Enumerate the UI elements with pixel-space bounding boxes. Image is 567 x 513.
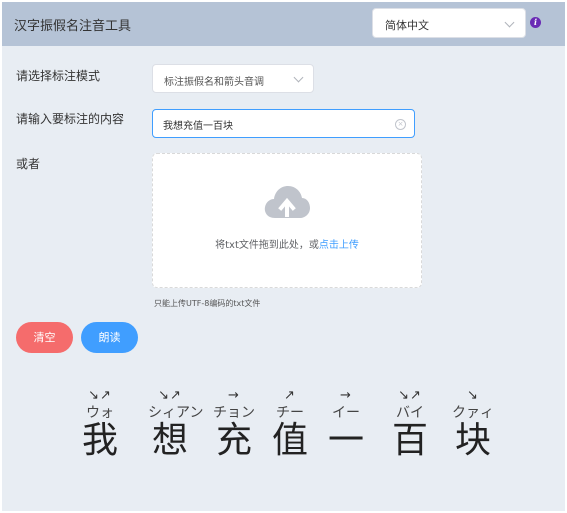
content-input[interactable] [163, 116, 383, 132]
info-icon[interactable]: i [530, 17, 541, 28]
result-char: ↘↗ ウォ 我 [78, 388, 122, 462]
hanzi: 我 [81, 420, 118, 461]
tone-mark: ↘↗ [398, 388, 422, 403]
hanzi: 想 [151, 420, 188, 461]
tone-mark: ↘↗ [88, 388, 112, 403]
result-char: → イー 一 [324, 388, 368, 462]
clear-button[interactable]: 清空 [16, 322, 73, 353]
tone-mark: ↘↗ [158, 388, 182, 403]
result-char: ↘↗ バイ 百 [388, 388, 432, 462]
language-select-value: 简体中文 [385, 19, 429, 32]
language-select[interactable]: 简体中文 [372, 8, 526, 38]
upload-hint: 将txt文件拖到此处，或点击上传 [153, 236, 421, 251]
clear-input-icon[interactable]: × [395, 119, 406, 130]
cloud-upload-icon [264, 186, 310, 218]
chevron-down-icon [504, 17, 515, 28]
tone-mark: ↘ [467, 388, 479, 403]
hanzi: 值 [271, 420, 308, 461]
hanzi: 一 [327, 420, 364, 461]
result-char: → チョン 充 [212, 388, 256, 462]
upload-tip: 只能上传UTF-8编码的txt文件 [154, 299, 261, 308]
content-input-box[interactable]: × [152, 109, 415, 138]
read-button[interactable]: 朗读 [81, 322, 138, 353]
hanzi: 块 [454, 420, 491, 461]
hanzi: 百 [391, 420, 428, 461]
result-char: ↘ クァィ 块 [451, 388, 495, 462]
upload-link[interactable]: 点击上传 [319, 240, 359, 251]
or-label: 或者 [16, 157, 41, 171]
upload-text: 将txt文件拖到此处，或 [215, 240, 319, 251]
result-char: ↘↗ シィアン 想 [148, 388, 203, 462]
mode-label: 请选择标注模式 [16, 69, 101, 83]
tone-mark: → [340, 388, 352, 403]
hanzi: 充 [215, 420, 252, 461]
upload-dropzone[interactable]: 将txt文件拖到此处，或点击上传 [152, 153, 422, 288]
tone-mark: ↗ [284, 388, 296, 403]
mode-select[interactable]: 标注振假名和箭头音调 [152, 64, 314, 93]
result-char: ↗ チー 值 [268, 388, 312, 462]
mode-select-value: 标注振假名和箭头音调 [164, 77, 264, 88]
app-frame: 汉字振假名注音工具 简体中文 i 请选择标注模式 标注振假名和箭头音调 请输入要… [2, 2, 565, 511]
header-bar: 汉字振假名注音工具 简体中文 i [2, 2, 565, 46]
chevron-down-icon [293, 72, 304, 83]
app-title: 汉字振假名注音工具 [14, 19, 132, 34]
content-label: 请输入要标注的内容 [16, 112, 125, 126]
tone-mark: → [228, 388, 240, 403]
